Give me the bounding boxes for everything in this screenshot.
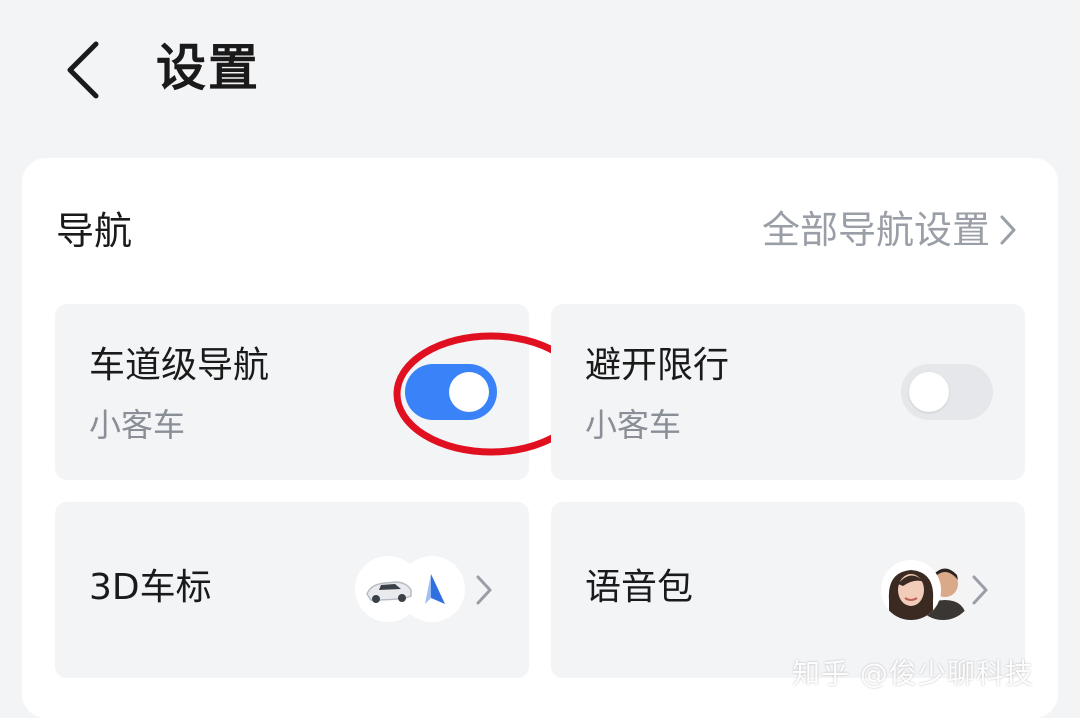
avoid-restrictions-toggle[interactable] <box>901 364 993 420</box>
all-navigation-settings-label: 全部导航设置 <box>761 208 990 252</box>
toggle-knob <box>909 372 949 412</box>
watermark: 知乎 @俊少聊科技 <box>792 657 1034 690</box>
tile-title: 避开限行 <box>585 345 730 386</box>
toggle-knob <box>449 372 489 412</box>
chevron-right-icon <box>476 575 492 605</box>
back-button[interactable] <box>58 38 118 102</box>
chevron-left-icon <box>67 41 99 99</box>
voice-avatar-woman-icon <box>881 560 941 620</box>
car-marker-3d-tile[interactable]: 3D车标 <box>55 502 529 678</box>
section-title: 导航 <box>56 209 133 253</box>
lane-navigation-tile[interactable]: 车道级导航 小客车 <box>55 304 589 480</box>
top-bar: 设置 <box>0 0 1080 140</box>
tile-subtitle: 小客车 <box>585 406 682 444</box>
navigation-settings-card: 导航 全部导航设置 车道级导航 小客车 避开限行 小客车 3D车标 语音包 <box>22 158 1058 718</box>
car-preview-icon <box>357 558 419 620</box>
tile-title: 3D车标 <box>89 567 212 608</box>
tile-title: 车道级导航 <box>89 345 270 386</box>
chevron-right-icon <box>972 575 988 605</box>
page-title: 设置 <box>156 39 260 97</box>
lane-navigation-toggle[interactable] <box>405 364 497 420</box>
avoid-restrictions-tile[interactable]: 避开限行 小客车 <box>551 304 1025 480</box>
tile-title: 语音包 <box>585 567 694 608</box>
tile-subtitle: 小客车 <box>89 406 186 444</box>
all-navigation-settings-link[interactable]: 全部导航设置 <box>762 204 1018 256</box>
chevron-right-icon <box>1000 215 1016 245</box>
